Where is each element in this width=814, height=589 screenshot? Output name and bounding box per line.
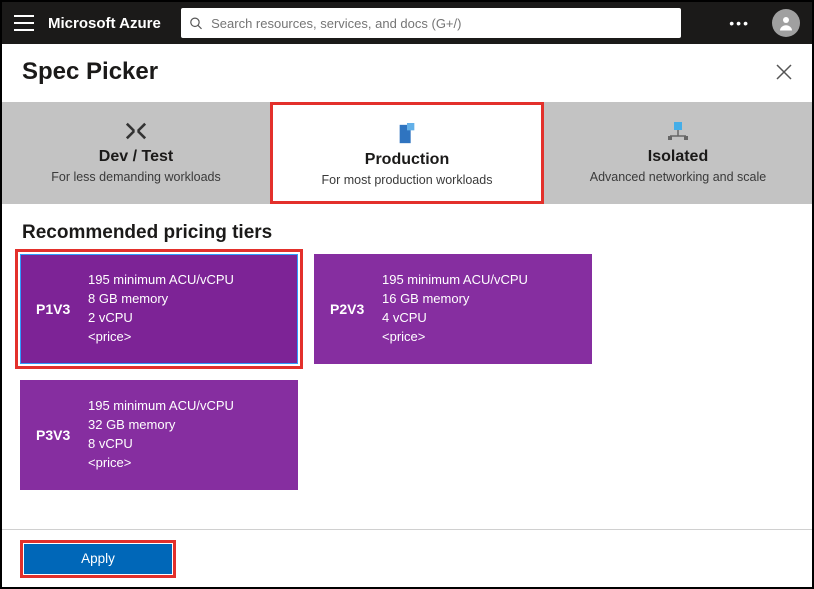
account-avatar[interactable] [772, 9, 800, 37]
tier-cpu: 8 vCPU [88, 435, 234, 454]
tier-price: <price> [88, 454, 234, 473]
tier-cpu: 2 vCPU [88, 309, 234, 328]
tier-specs: 195 minimum ACU/vCPU 32 GB memory 8 vCPU… [88, 397, 234, 472]
global-search[interactable] [181, 8, 681, 38]
tier-acu: 195 minimum ACU/vCPU [88, 271, 234, 290]
search-input[interactable] [211, 16, 673, 31]
tab-dev-test[interactable]: Dev / Test For less demanding workloads [2, 102, 270, 204]
tab-desc: For less demanding workloads [10, 170, 262, 184]
tier-mem: 8 GB memory [88, 290, 234, 309]
brand-label: Microsoft Azure [48, 15, 161, 32]
workload-tabs: Dev / Test For less demanding workloads … [2, 102, 812, 204]
tier-sku: P3V3 [36, 427, 88, 443]
search-icon [189, 16, 203, 31]
server-icon [281, 121, 533, 147]
tier-card-p3v3[interactable]: P3V3 195 minimum ACU/vCPU 32 GB memory 8… [20, 380, 298, 490]
tier-cpu: 4 vCPU [382, 309, 528, 328]
search-container [181, 8, 681, 38]
person-icon [777, 14, 795, 32]
tier-sku: P2V3 [330, 301, 382, 317]
more-menu-icon[interactable]: ••• [721, 15, 758, 31]
tier-specs: 195 minimum ACU/vCPU 16 GB memory 4 vCPU… [382, 271, 528, 346]
tier-cards: P1V3 195 minimum ACU/vCPU 8 GB memory 2 … [2, 254, 812, 520]
apply-highlight: Apply [20, 540, 176, 578]
page-title: Spec Picker [22, 58, 158, 86]
tab-desc: For most production workloads [281, 173, 533, 187]
tier-card-p1v3[interactable]: P1V3 195 minimum ACU/vCPU 8 GB memory 2 … [20, 254, 298, 364]
tier-card-p2v3[interactable]: P2V3 195 minimum ACU/vCPU 16 GB memory 4… [314, 254, 592, 364]
close-icon[interactable] [776, 64, 792, 80]
azure-topbar: Microsoft Azure ••• [2, 2, 812, 44]
tab-isolated[interactable]: Isolated Advanced networking and scale [544, 102, 812, 204]
tab-label: Dev / Test [10, 148, 262, 166]
blade-header: Spec Picker [2, 44, 812, 96]
tier-acu: 195 minimum ACU/vCPU [382, 271, 528, 290]
tier-mem: 16 GB memory [382, 290, 528, 309]
tools-icon [10, 118, 262, 144]
network-icon [552, 118, 804, 144]
tier-price: <price> [382, 328, 528, 347]
tab-desc: Advanced networking and scale [552, 170, 804, 184]
tier-specs: 195 minimum ACU/vCPU 8 GB memory 2 vCPU … [88, 271, 234, 346]
hamburger-icon[interactable] [14, 15, 34, 31]
section-heading: Recommended pricing tiers [2, 204, 812, 254]
tab-production[interactable]: Production For most production workloads [270, 102, 544, 204]
blade-footer: Apply [2, 529, 812, 587]
tab-label: Isolated [552, 148, 804, 166]
content-scroll[interactable]: Dev / Test For less demanding workloads … [2, 102, 812, 527]
tier-mem: 32 GB memory [88, 416, 234, 435]
tier-sku: P1V3 [36, 301, 88, 317]
tab-label: Production [281, 151, 533, 169]
tier-price: <price> [88, 328, 234, 347]
apply-button[interactable]: Apply [24, 544, 172, 574]
tier-acu: 195 minimum ACU/vCPU [88, 397, 234, 416]
